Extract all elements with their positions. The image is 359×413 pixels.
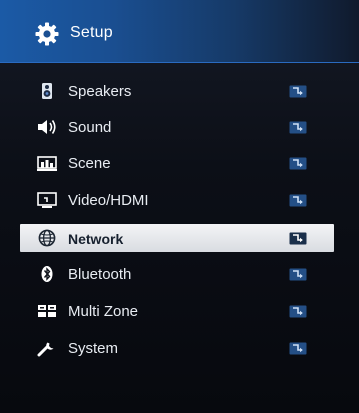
network-icon [36, 229, 58, 247]
menu-item-multi-zone[interactable]: Multi Zone [20, 297, 334, 325]
menu-item-label: Multi Zone [68, 303, 139, 320]
header-bar: Setup [0, 0, 359, 63]
menu-item-scene[interactable]: Scene [20, 149, 334, 177]
enter-arrow-icon [289, 342, 307, 355]
menu-item-label: System [68, 340, 119, 357]
enter-arrow-icon [289, 157, 307, 170]
menu-item-label: Sound [68, 119, 112, 136]
menu-item-speakers[interactable]: Speakers [20, 77, 334, 105]
menu-item-label: Network [68, 231, 124, 247]
page-title: Setup [70, 24, 113, 41]
sound-icon [36, 118, 58, 136]
bluetooth-icon [36, 265, 58, 283]
enter-arrow-icon [289, 232, 307, 245]
multi-zone-icon [36, 302, 58, 320]
menu-item-sound[interactable]: Sound [20, 113, 334, 141]
enter-arrow-icon [289, 194, 307, 207]
video-hdmi-icon [36, 191, 58, 209]
menu-item-network[interactable]: Network [20, 224, 334, 252]
menu-item-label: Scene [68, 155, 111, 172]
wrench-icon [36, 339, 58, 357]
enter-arrow-icon [289, 85, 307, 98]
menu-item-bluetooth[interactable]: Bluetooth [20, 260, 334, 288]
menu-item-system[interactable]: System [20, 334, 334, 362]
enter-arrow-icon [289, 268, 307, 281]
menu-item-video-hdmi[interactable]: Video/HDMI [20, 186, 334, 214]
enter-arrow-icon [289, 121, 307, 134]
menu-item-label: Video/HDMI [68, 192, 149, 209]
scene-icon [36, 154, 58, 172]
speaker-icon [36, 82, 58, 100]
gear-icon [34, 21, 60, 47]
menu-item-label: Speakers [68, 83, 132, 100]
menu-item-label: Bluetooth [68, 266, 132, 283]
setup-screen: Setup Speakers Sound Scene Video/HDMI Ne… [0, 0, 359, 413]
enter-arrow-icon [289, 305, 307, 318]
